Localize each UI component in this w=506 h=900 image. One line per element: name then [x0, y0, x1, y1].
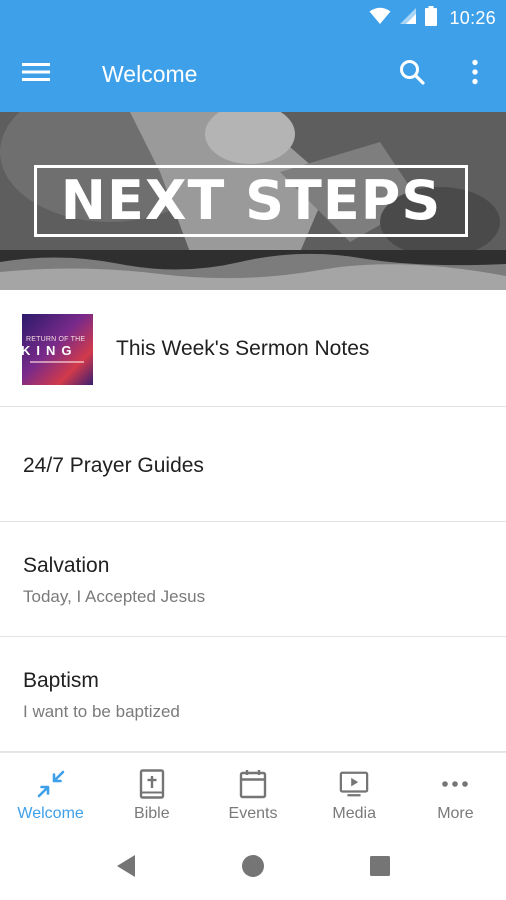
nav-tab-media[interactable]: Media [304, 753, 405, 835]
list-item-prayer-guides[interactable]: 24/7 Prayer Guides [0, 407, 506, 522]
list-item-title: This Week's Sermon Notes [116, 337, 370, 360]
hero-title-frame: NEXT STEPS [34, 165, 468, 237]
list-item-baptism[interactable]: Baptism I want to be baptized [0, 637, 506, 752]
recents-square-icon [369, 855, 391, 882]
system-home-button[interactable] [235, 850, 271, 886]
nav-label-bible: Bible [134, 805, 170, 822]
app-bar: Welcome [0, 36, 506, 112]
nav-label-more: More [437, 805, 474, 822]
thumbnail-underline [30, 361, 84, 363]
nav-tab-events[interactable]: Events [202, 753, 303, 835]
nav-label-events: Events [228, 805, 278, 822]
nav-label-media: Media [332, 805, 376, 822]
nav-tab-more[interactable]: More [405, 753, 506, 835]
more-vert-icon [471, 59, 479, 90]
search-button[interactable] [394, 56, 430, 92]
system-recents-button[interactable] [362, 850, 398, 886]
calendar-icon [238, 769, 268, 799]
nav-label-welcome: Welcome [17, 805, 84, 822]
battery-icon [425, 5, 438, 31]
home-circle-icon [241, 854, 265, 883]
search-icon [399, 59, 425, 90]
overflow-menu-button[interactable] [460, 56, 490, 92]
wifi-icon [369, 7, 391, 30]
content-list: RETURN OF THE KING This Week's Sermon No… [0, 290, 506, 752]
list-item-subtitle: I want to be baptized [23, 702, 180, 721]
hero-banner: NEXT STEPS [0, 112, 506, 290]
thumbnail-series-title: KING [22, 343, 78, 358]
back-triangle-icon [115, 854, 137, 883]
hero-title: NEXT STEPS [60, 169, 442, 232]
thumbnail-series-caption: RETURN OF THE [26, 336, 86, 343]
menu-button[interactable] [16, 56, 56, 92]
sermon-series-thumbnail: RETURN OF THE KING [22, 314, 93, 385]
bible-icon [137, 769, 167, 799]
hamburger-icon [22, 62, 50, 87]
list-item-salvation[interactable]: Salvation Today, I Accepted Jesus [0, 522, 506, 637]
system-navigation-bar [0, 834, 506, 900]
nav-tab-welcome[interactable]: Welcome [0, 753, 101, 835]
page-title: Welcome [102, 61, 198, 87]
signal-icon [399, 7, 417, 30]
media-play-icon [339, 769, 369, 799]
nav-tab-bible[interactable]: Bible [101, 753, 202, 835]
more-dots-icon [440, 769, 470, 799]
list-item-title: Salvation [23, 554, 110, 577]
status-time: 10:26 [449, 7, 496, 28]
list-item-subtitle: Today, I Accepted Jesus [23, 587, 206, 606]
system-back-button[interactable] [108, 850, 144, 886]
list-item-title: 24/7 Prayer Guides [23, 454, 204, 477]
bottom-navigation: Welcome Bible Events Media More [0, 752, 506, 835]
list-item-sermon-notes[interactable]: RETURN OF THE KING This Week's Sermon No… [0, 290, 506, 407]
status-icons: 10:26 [369, 0, 496, 36]
status-bar: 10:26 [0, 0, 506, 36]
collapse-arrows-icon [36, 769, 66, 799]
list-item-title: Baptism [23, 669, 99, 692]
